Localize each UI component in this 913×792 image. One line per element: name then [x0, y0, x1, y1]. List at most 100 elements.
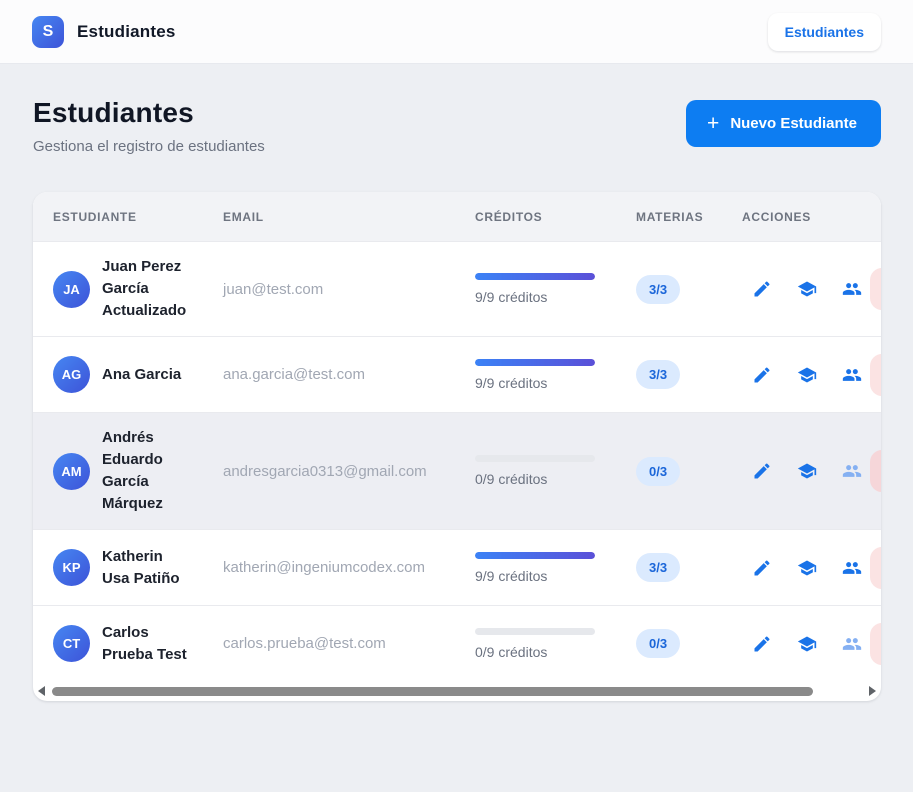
brand: S Estudiantes [32, 15, 176, 48]
column-header-materias: MATERIAS [636, 209, 704, 224]
scroll-right-arrow-icon[interactable] [869, 686, 876, 696]
student-email: katherin@ingeniumcodex.com [223, 559, 425, 576]
credits-progress-bar [475, 273, 595, 280]
student-name: Juan Perez García Actualizado [102, 258, 187, 319]
column-header-creditos: CRÉDITOS [475, 209, 543, 224]
avatar-initials: KP [62, 560, 81, 575]
scrollbar-track[interactable] [52, 686, 862, 696]
credits-label: 9/9 créditos [475, 289, 548, 305]
page-subtitle: Gestiona el registro de estudiantes [33, 138, 265, 155]
new-student-button[interactable]: + Nuevo Estudiante [686, 100, 881, 147]
scroll-left-arrow-icon[interactable] [38, 686, 45, 696]
delete-button-clipped[interactable] [870, 622, 881, 665]
credits-cell: 9/9 créditos [475, 273, 636, 305]
edit-button[interactable] [752, 634, 772, 654]
student-name: Ana Garcia [102, 365, 182, 383]
page-title: Estudiantes [33, 97, 194, 128]
student-email: carlos.prueba@test.com [223, 635, 386, 652]
edit-button[interactable] [752, 279, 772, 299]
graduation-cap-icon [797, 560, 817, 575]
materias-button[interactable] [797, 279, 817, 299]
users-icon [842, 561, 862, 574]
column-header-acciones: ACCIONES [742, 209, 811, 224]
plus-icon: + [707, 111, 720, 135]
student-name: Katherin Usa Patiño [102, 547, 180, 587]
materias-cell: 0/3 [636, 629, 742, 658]
materias-button[interactable] [797, 461, 817, 481]
table-row: KP Katherin Usa Patiño katherin@ingenium… [33, 529, 881, 605]
table-header-row: ESTUDIANTE EMAIL CRÉDITOS MATERIAS ACCIO… [33, 192, 881, 241]
credits-cell: 0/9 créditos [475, 627, 636, 660]
edit-button[interactable] [752, 558, 772, 578]
actions-cell [742, 353, 881, 396]
credits-progress-bar [475, 455, 595, 462]
students-table-card: ESTUDIANTE EMAIL CRÉDITOS MATERIAS ACCIO… [33, 192, 881, 701]
student-cell: JA Juan Perez García Actualizado [53, 256, 223, 322]
pencil-icon [754, 635, 770, 651]
avatar-initials: CT [62, 636, 81, 651]
student-email: andresgarcia0313@gmail.com [223, 462, 427, 480]
actions-cell [742, 622, 881, 665]
credits-progress-fill [475, 273, 595, 280]
credits-cell: 9/9 créditos [475, 551, 636, 584]
edit-button[interactable] [752, 365, 772, 385]
delete-button-clipped[interactable] [870, 268, 881, 310]
materias-cell: 0/3 [636, 456, 742, 486]
table-row: JA Juan Perez García Actualizado juan@te… [33, 241, 881, 336]
users-button[interactable] [842, 634, 862, 654]
graduation-cap-icon [797, 463, 817, 479]
app-logo: S [32, 15, 64, 48]
materias-badge: 0/3 [636, 629, 681, 658]
credits-progress-fill [475, 358, 595, 366]
materias-button[interactable] [797, 634, 817, 654]
materias-cell: 3/3 [636, 360, 742, 389]
nav-link-estudiantes[interactable]: Estudiantes [767, 12, 881, 51]
avatar: AM [53, 452, 90, 490]
credits-label: 0/9 créditos [475, 471, 548, 487]
users-button[interactable] [842, 461, 862, 481]
credits-cell: 0/9 créditos [475, 455, 636, 487]
student-email: juan@test.com [223, 280, 324, 298]
users-icon [842, 637, 862, 650]
app-logo-letter: S [42, 22, 54, 40]
users-button[interactable] [842, 365, 862, 385]
pencil-icon [754, 463, 770, 479]
table-row: CT Carlos Prueba Test carlos.prueba@test… [33, 605, 881, 681]
table-row: AM Andrés Eduardo García Márquez andresg… [33, 412, 881, 529]
credits-label: 0/9 créditos [475, 643, 548, 660]
student-cell: KP Katherin Usa Patiño [53, 546, 223, 590]
delete-button-clipped[interactable] [870, 353, 881, 396]
delete-button-clipped[interactable] [870, 450, 881, 492]
materias-cell: 3/3 [636, 274, 742, 304]
materias-badge: 0/3 [636, 456, 681, 486]
avatar: JA [53, 270, 90, 308]
edit-button[interactable] [752, 461, 772, 481]
delete-button-clipped[interactable] [870, 546, 881, 589]
graduation-cap-icon [797, 367, 817, 382]
users-icon [842, 465, 862, 477]
users-icon [842, 283, 862, 295]
materias-button[interactable] [797, 558, 817, 578]
users-button[interactable] [842, 558, 862, 578]
materias-badge: 3/3 [636, 274, 681, 304]
student-cell: CT Carlos Prueba Test [53, 622, 223, 666]
materias-badge: 3/3 [636, 360, 681, 389]
new-student-button-label: Nuevo Estudiante [730, 115, 857, 132]
users-button[interactable] [842, 279, 862, 299]
graduation-cap-icon [797, 281, 817, 297]
horizontal-scrollbar[interactable] [33, 681, 881, 701]
avatar: CT [53, 625, 90, 662]
graduation-cap-icon [797, 636, 817, 651]
student-name: Andrés Eduardo García Márquez [102, 429, 163, 512]
scrollbar-thumb[interactable] [52, 686, 814, 696]
app-title: Estudiantes [77, 21, 176, 41]
materias-button[interactable] [797, 365, 817, 385]
credits-label: 9/9 créditos [475, 567, 548, 584]
credits-progress-bar [475, 551, 595, 559]
pencil-icon [754, 366, 770, 382]
avatar-initials: AG [61, 367, 82, 382]
users-icon [842, 368, 862, 381]
student-name: Carlos Prueba Test [102, 623, 187, 663]
avatar: KP [53, 549, 90, 586]
avatar-initials: AM [61, 463, 82, 479]
